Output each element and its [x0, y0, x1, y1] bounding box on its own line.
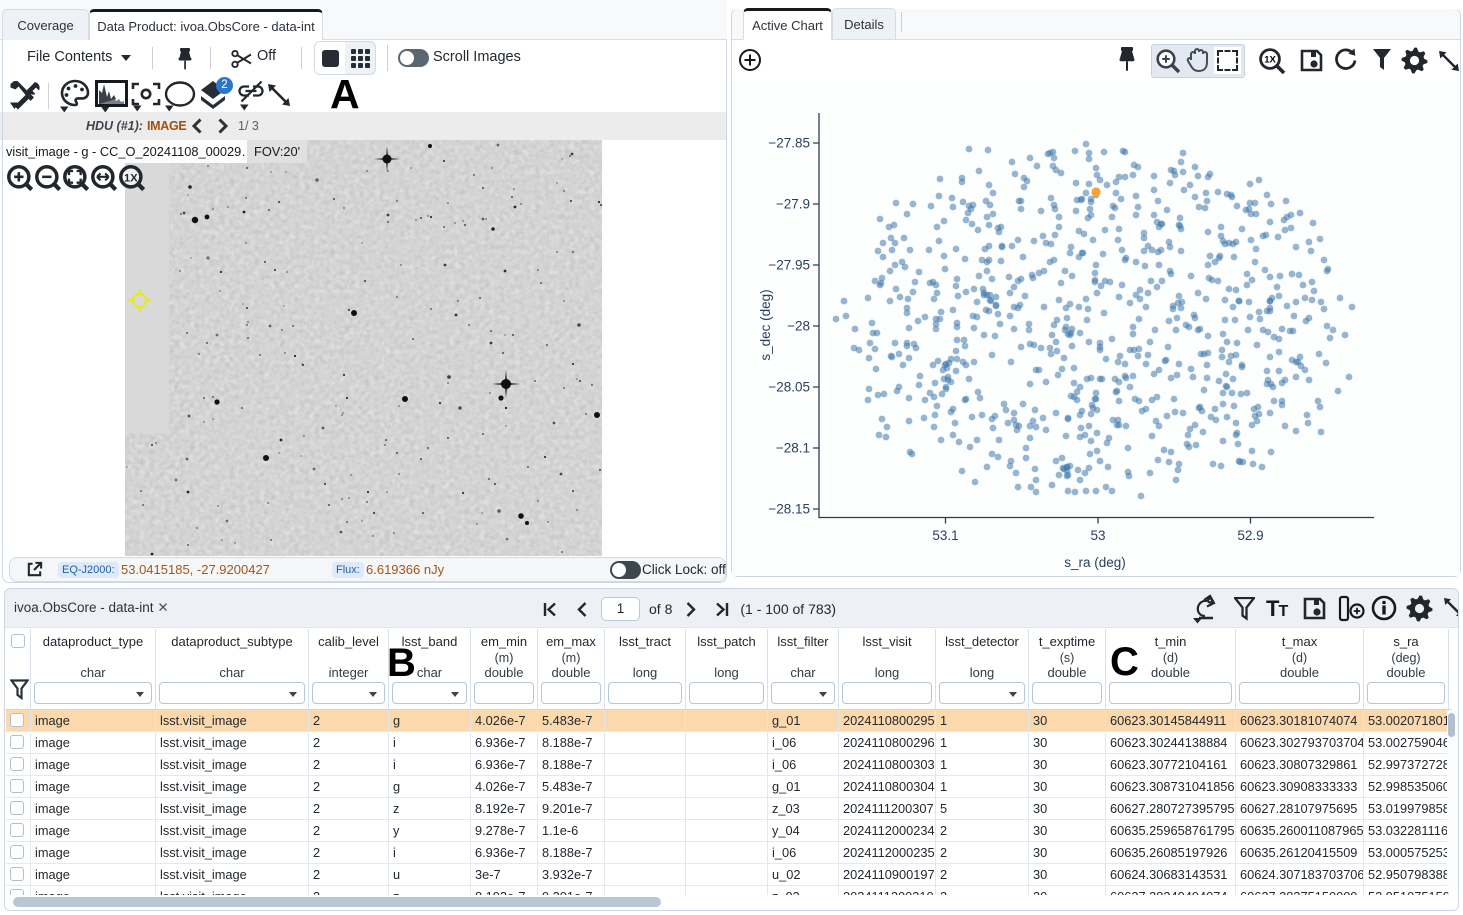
svg-text:s_dec (deg): s_dec (deg): [758, 289, 773, 360]
svg-text:1X: 1X: [124, 173, 138, 185]
svg-text:−28: −28: [787, 319, 810, 334]
svg-text:1X: 1X: [1264, 55, 1276, 66]
svg-text:53: 53: [1090, 528, 1105, 543]
svg-text:−28.15: −28.15: [768, 502, 810, 517]
svg-text:−27.85: −27.85: [768, 136, 810, 151]
svg-text:−27.9: −27.9: [776, 197, 810, 212]
svg-text:s_ra (deg): s_ra (deg): [1064, 555, 1126, 570]
svg-text:52.9: 52.9: [1237, 528, 1263, 543]
svg-text:−28.05: −28.05: [768, 380, 810, 395]
svg-text:−28.1: −28.1: [776, 441, 810, 456]
svg-text:53.1: 53.1: [932, 528, 958, 543]
svg-text:−27.95: −27.95: [768, 258, 810, 273]
